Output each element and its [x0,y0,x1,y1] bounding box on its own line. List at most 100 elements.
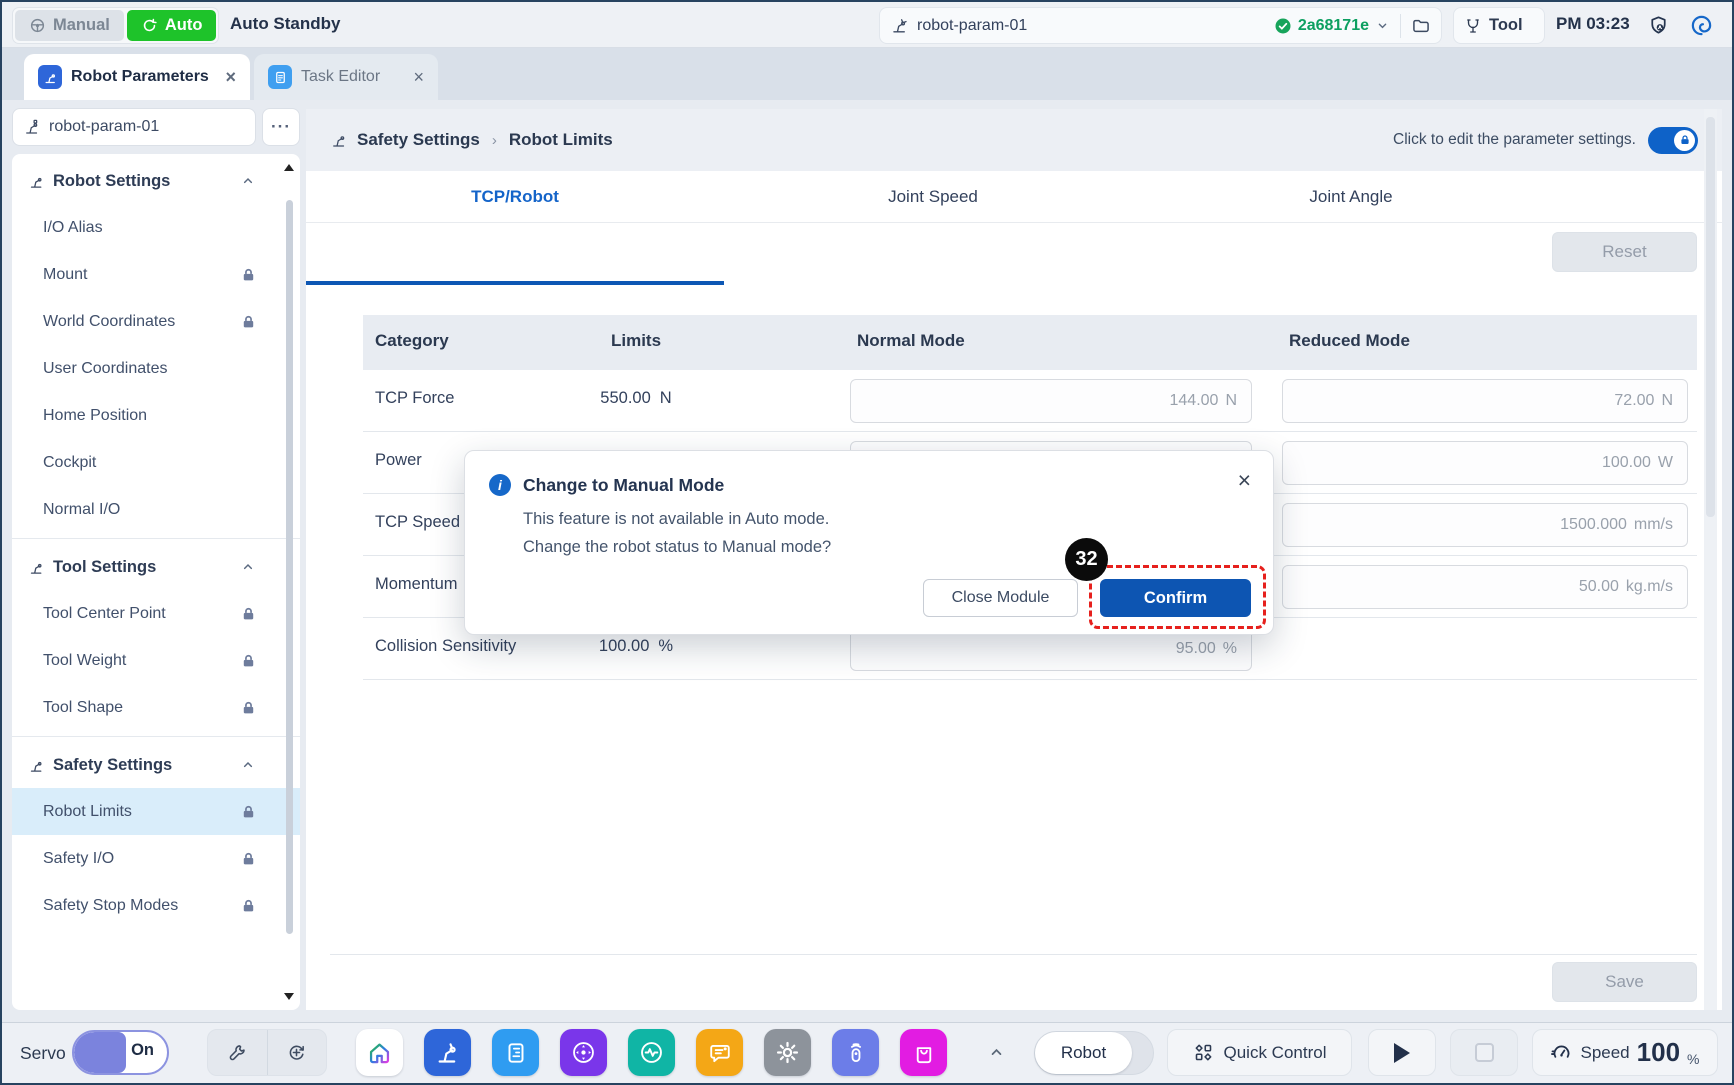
breadcrumb: Safety Settings › Robot Limits Click to … [306,109,1722,171]
lock-icon [241,606,256,621]
settings-gear-icon[interactable] [764,1029,811,1076]
scrollbar-thumb[interactable] [286,200,293,934]
utility-button-group [207,1029,327,1076]
chevron-up-icon[interactable] [240,559,256,575]
col-header-reduced-mode: Reduced Mode [1289,331,1410,351]
sidebar-item-safety-i-o[interactable]: Safety I/O [12,835,300,882]
sidebar-item-cockpit[interactable]: Cockpit [12,439,300,486]
sidebar-item-normal-i-o[interactable]: Normal I/O [12,486,300,533]
auto-cycle-icon [141,17,158,34]
robot-arm-icon [330,131,348,149]
category-cell: Collision Sensitivity [375,637,516,656]
store-bag-icon[interactable] [900,1029,947,1076]
sidebar-item-label: World Coordinates [43,313,175,331]
sidebar-scrollbar[interactable] [283,154,297,1010]
sidebar-section-safety-settings[interactable]: Safety Settings [12,742,300,788]
sidebar-item-mount[interactable]: Mount [12,251,300,298]
sidebar-item-tool-center-point[interactable]: Tool Center Point [12,590,300,637]
sidebar-item-robot-limits[interactable]: Robot Limits [12,788,300,835]
tool-button-label: Tool [1489,16,1523,35]
reduced-mode-input[interactable]: 1500.000mm/s [1282,503,1688,547]
close-tab-icon[interactable]: × [225,67,236,88]
window-tab-strip: Robot Parameters × Task Editor × [2,48,1732,100]
sidebar-item-safety-stop-modes[interactable]: Safety Stop Modes [12,882,300,929]
manual-mode-button[interactable]: Manual [15,10,124,41]
sidebar-section-tool-settings[interactable]: Tool Settings [12,544,300,590]
tab-joint-angle[interactable]: Joint Angle [1142,171,1560,223]
sidebar-item-tool-shape[interactable]: Tool Shape [12,684,300,731]
robot-parameters-tab-icon [38,65,62,89]
monitoring-wave-icon[interactable] [628,1029,675,1076]
version-dropdown[interactable]: 2a68171e [1274,17,1390,35]
sidebar-item-home-position[interactable]: Home Position [12,392,300,439]
sidebar-item-user-coordinates[interactable]: User Coordinates [12,345,300,392]
reduced-mode-input[interactable]: 50.00kg.m/s [1282,565,1688,609]
play-button[interactable] [1368,1029,1436,1076]
lock-icon [241,898,256,913]
sidebar-item-label: Tool Center Point [43,605,166,623]
scroll-down-icon[interactable] [284,993,294,1000]
sidebar-item-label: Tool Shape [43,699,123,717]
reset-button[interactable]: Reset [1552,232,1697,272]
robot-status-text: Auto Standby [230,14,341,34]
more-options-button[interactable]: ··· [262,108,300,146]
clock: PM 03:23 [1556,14,1630,34]
param-name-field[interactable]: robot-param-01 [12,108,256,146]
close-dialog-icon[interactable]: × [1238,467,1251,494]
scrollbar-thumb[interactable] [1706,117,1715,517]
app-window: Manual Auto Auto Standby robot-param-01 … [0,0,1734,1085]
wrench-button[interactable] [208,1030,267,1075]
tool-button[interactable]: Tool [1453,7,1545,44]
tab-joint-speed[interactable]: Joint Speed [724,171,1142,223]
servo-toggle[interactable]: On [72,1030,169,1075]
reduced-mode-input[interactable]: 100.00W [1282,441,1688,485]
divider [330,954,1697,955]
folder-icon[interactable] [1411,16,1431,36]
sidebar-item-world-coordinates[interactable]: World Coordinates [12,298,300,345]
chevron-up-icon[interactable] [240,757,256,773]
tab-robot-parameters[interactable]: Robot Parameters × [24,54,250,100]
robot-app-icon[interactable] [424,1029,471,1076]
category-cell: Momentum [375,575,458,594]
quick-control-button[interactable]: Quick Control [1167,1029,1352,1076]
normal-mode-input[interactable]: 144.00N [850,379,1252,423]
remote-control-icon[interactable] [832,1029,879,1076]
sidebar-item-tool-weight[interactable]: Tool Weight [12,637,300,684]
reduced-mode-input[interactable]: 72.00N [1282,379,1688,423]
robot-selector-active[interactable]: Robot [1035,1032,1132,1074]
chevron-up-icon[interactable] [240,173,256,189]
speed-control[interactable]: Speed 100 % [1532,1029,1718,1076]
jog-crosshair-icon[interactable] [560,1029,607,1076]
edit-hint-text: Click to edit the parameter settings. [1393,131,1636,149]
speed-unit: % [1687,1051,1699,1067]
tab-task-editor[interactable]: Task Editor × [254,54,438,100]
save-button[interactable]: Save [1552,962,1697,1002]
home-icon[interactable] [356,1029,403,1076]
swirl-network-icon[interactable] [1690,14,1713,37]
breadcrumb-section[interactable]: Safety Settings [357,130,480,150]
shield-user-icon[interactable] [1647,14,1670,37]
sidebar-section-robot-settings[interactable]: Robot Settings [12,158,300,204]
tab-label: Task Editor [301,68,380,86]
close-module-button[interactable]: Close Module [923,579,1078,617]
close-tab-icon[interactable]: × [413,67,424,88]
log-chat-icon[interactable] [696,1029,743,1076]
sidebar-item-label: Safety Stop Modes [43,897,178,915]
task-doc-icon[interactable] [492,1029,539,1076]
main-scrollbar[interactable] [1704,109,1717,1010]
jog-move-button[interactable] [267,1030,327,1075]
sidebar-item-i-o-alias[interactable]: I/O Alias [12,204,300,251]
app-dock [356,1029,947,1076]
scroll-up-icon[interactable] [284,164,294,171]
lock-icon [241,804,256,819]
auto-mode-button[interactable]: Auto [127,10,217,41]
edit-lock-toggle[interactable] [1648,127,1698,154]
tab-tcp-robot[interactable]: TCP/Robot [306,171,724,223]
section-title: Tool Settings [53,558,156,577]
robot-param-selector[interactable]: robot-param-01 2a68171e [879,7,1442,44]
collapse-dock-icon[interactable] [987,1043,1006,1062]
table-row-tcp-force: TCP Force550.00N144.00N72.00N [363,370,1697,432]
robot-selector-switch[interactable]: Robot [1034,1031,1154,1075]
category-cell: TCP Speed [375,513,460,532]
stop-button[interactable] [1450,1029,1518,1076]
